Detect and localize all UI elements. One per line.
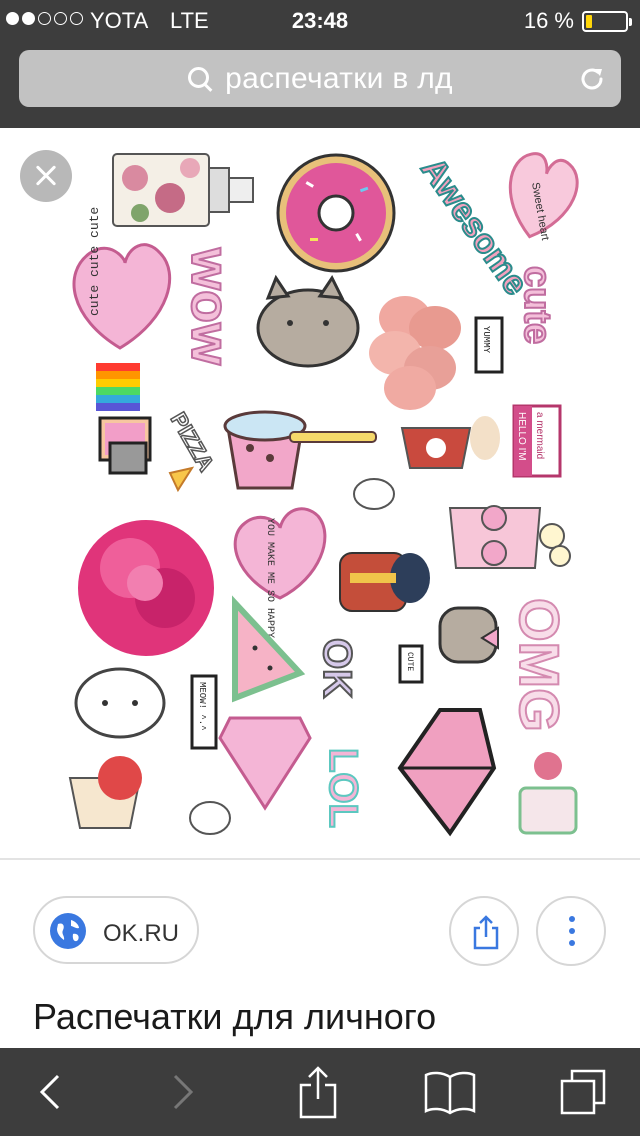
sweet-heart-sticker: Sweet heart xyxy=(508,152,579,241)
browser-top-chrome: YOTA LTE 23:48 16 % распечатки в лд xyxy=(0,0,640,128)
status-bar: YOTA LTE 23:48 16 % xyxy=(0,0,640,40)
cute-drip-sticker: cute xyxy=(515,265,559,345)
more-vertical-icon xyxy=(569,916,575,948)
peony-flower-sticker xyxy=(74,516,218,660)
divider xyxy=(0,858,640,860)
small-bunny-sticker xyxy=(353,478,395,510)
ok-sticker: OK xyxy=(314,637,360,699)
popcorn-sticker xyxy=(448,505,571,569)
chevron-right-icon xyxy=(173,1074,194,1110)
svg-text:MEOW! ^.^: MEOW! ^.^ xyxy=(197,682,207,731)
source-domain: OK.RU xyxy=(103,920,180,947)
cupcake-bunny-sticker xyxy=(68,756,142,829)
search-icon xyxy=(187,66,213,92)
mermaid-sticker: HELLO I'M a mermaid xyxy=(512,404,562,478)
donut-sticker xyxy=(276,153,396,273)
diamond-sticker xyxy=(397,708,497,837)
browser-toolbar xyxy=(0,1048,640,1136)
globe-icon xyxy=(50,913,86,949)
roses-sticker xyxy=(518,752,578,835)
wow-sticker: wow xyxy=(179,246,241,367)
pizza-sticker: PIZZA xyxy=(165,407,220,493)
cute-bubble-sticker: CUTE xyxy=(398,644,424,684)
tabs-button[interactable] xyxy=(533,1048,633,1136)
meow-bubble-sticker: MEOW! ^.^ xyxy=(190,674,218,750)
omg-sticker: OMG xyxy=(507,597,572,733)
svg-text:HELLO I'M: HELLO I'M xyxy=(516,412,527,461)
forward-button[interactable] xyxy=(133,1048,233,1136)
bunny-sticker xyxy=(74,667,166,739)
share-button[interactable] xyxy=(449,896,519,966)
tiny-bunny-sticker xyxy=(189,801,231,835)
reload-icon[interactable] xyxy=(577,64,607,94)
battery-icon xyxy=(582,11,632,32)
back-button[interactable] xyxy=(0,1048,100,1136)
svg-text:cute cute cute: cute cute cute xyxy=(87,207,102,316)
pusheen-cat-sticker xyxy=(256,274,360,368)
knitted-owl-sticker xyxy=(339,552,430,612)
svg-text:cute: cute xyxy=(516,266,558,344)
share-icon xyxy=(473,915,499,950)
svg-text:CUTE: CUTE xyxy=(405,652,414,671)
pusheen-bow-sticker xyxy=(438,606,499,664)
superman-logo-sticker xyxy=(218,716,312,811)
image-viewer[interactable]: Awesome Sweet heart cute cute cute wow Y… xyxy=(0,128,640,858)
share-toolbar-button[interactable] xyxy=(268,1048,368,1136)
svg-text:OK: OK xyxy=(315,638,359,698)
battery-percentage: 16 % xyxy=(523,8,574,33)
more-options-button[interactable] xyxy=(536,896,606,966)
search-query: распечатки в лд xyxy=(225,61,453,95)
source-link-button[interactable]: OK.RU xyxy=(33,896,199,964)
sticker-sheet-image: Awesome Sweet heart cute cute cute wow Y… xyxy=(68,150,579,837)
lol-sticker: LOL xyxy=(320,747,366,829)
macarons-sticker xyxy=(369,296,461,410)
tabs-icon xyxy=(560,1069,606,1115)
svg-text:PIZZA: PIZZA xyxy=(166,408,219,476)
result-title[interactable]: Распечатки для личного xyxy=(33,996,436,1038)
chevron-left-icon xyxy=(39,1074,60,1110)
svg-text:OMG: OMG xyxy=(508,598,571,732)
perfume-sticker xyxy=(112,153,254,227)
svg-text:wow: wow xyxy=(180,247,240,366)
coffee-cup-sticker xyxy=(400,416,500,469)
bookmarks-button[interactable] xyxy=(400,1048,500,1136)
book-icon xyxy=(424,1071,476,1115)
nyan-cat-sticker xyxy=(96,363,152,475)
svg-text:LOL: LOL xyxy=(321,748,365,828)
close-icon[interactable] xyxy=(20,150,72,202)
cute-heart-sticker: cute cute cute xyxy=(72,207,172,350)
svg-text:YUMMY: YUMMY xyxy=(481,326,491,354)
svg-text:YOU MAKE ME SO HAPPY: YOU MAKE ME SO HAPPY xyxy=(264,518,275,638)
address-bar[interactable]: распечатки в лд xyxy=(19,50,621,107)
share-icon xyxy=(299,1066,337,1119)
bubble-tea-sticker xyxy=(223,410,377,490)
yummy-bubble-sticker: YUMMY xyxy=(474,316,504,374)
svg-text:a mermaid: a mermaid xyxy=(534,412,545,459)
